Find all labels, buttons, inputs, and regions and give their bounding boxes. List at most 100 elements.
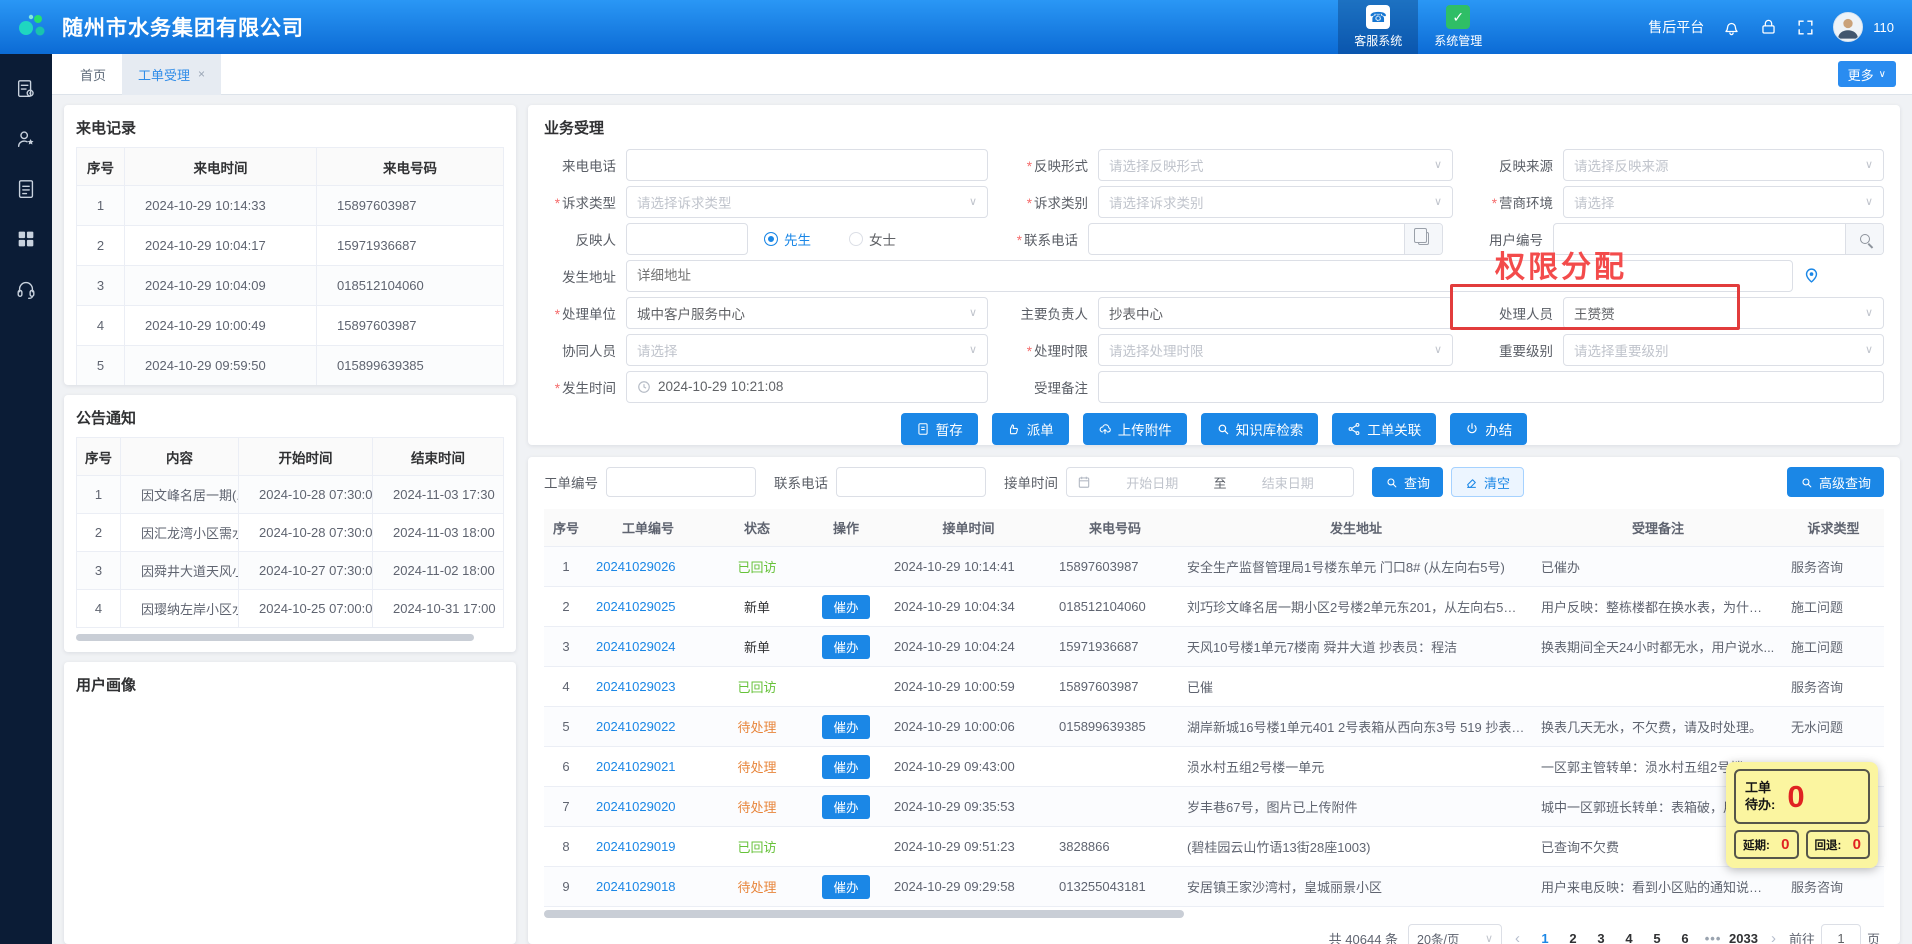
appeal-category-select[interactable]: 请选择诉求类别∨ [1098,186,1453,218]
tab-work-order[interactable]: 工单受理 × [122,54,221,95]
page-number[interactable]: ••• [1701,931,1725,944]
cell-text: 2 [77,226,125,266]
order-number-link[interactable]: 20241029018 [596,879,676,894]
search-icon[interactable] [1845,224,1883,254]
finish-button[interactable]: 办结 [1450,413,1527,445]
customer-icon[interactable] [15,128,37,150]
page-number[interactable]: 3 [1589,931,1613,944]
urge-button[interactable]: 催办 [822,635,869,659]
prev-page-icon[interactable]: ‹ [1512,930,1523,944]
date-range-picker[interactable]: 开始日期 至 结束日期 [1066,467,1354,497]
chevron-down-icon: ∨ [969,195,977,208]
page-size-select[interactable]: 20条/页∨ [1408,924,1502,944]
order-number-link[interactable]: 20241029019 [596,839,676,854]
save-draft-button[interactable]: 暂存 [901,413,978,445]
query-button[interactable]: 查询 [1372,467,1443,497]
document-icon[interactable] [15,178,37,200]
headset-icon[interactable] [15,278,37,300]
bell-icon[interactable] [1722,18,1741,37]
appeal-type-select[interactable]: 请选择诉求类型∨ [626,186,988,218]
knowledge-search-button[interactable]: 知识库检索 [1201,413,1319,445]
urge-button[interactable]: 催办 [822,795,869,819]
order-phone: 15971936687 [1051,639,1179,654]
order-number-link[interactable]: 20241029023 [596,679,676,694]
chevron-down-icon: ∨ [1434,195,1442,208]
horizontal-scrollbar[interactable] [544,910,1184,918]
occur-time-picker[interactable]: 2024-10-29 10:21:08 [626,371,988,403]
page-number[interactable]: 4 [1617,931,1641,944]
col-header: 结束时间 [373,438,504,476]
cell-text: 15971936687 [317,226,504,266]
page-number[interactable]: 2 [1561,931,1585,944]
aftersales-platform-link[interactable]: 售后平台 [1648,17,1704,37]
col-header: 操作 [806,518,886,537]
order-time: 2024-10-29 10:04:34 [886,599,1051,614]
notice-row: 2因汇龙湾小区需水...2024-10-28 07:30:002024-11-0… [77,514,504,552]
collaborator-select[interactable]: 请选择∨ [626,334,988,366]
page-number[interactable]: 2033 [1729,931,1758,944]
horizontal-scrollbar[interactable] [76,634,474,641]
order-number-link[interactable]: 20241029026 [596,559,676,574]
fullscreen-icon[interactable] [1796,18,1815,37]
copy-icon[interactable] [1404,224,1442,254]
radio-ms[interactable]: 女士 [849,229,896,249]
reflect-form-select[interactable]: 请选择反映形式∨ [1098,149,1453,181]
page-number[interactable]: 6 [1673,931,1697,944]
col-header: 来电号码 [1051,518,1179,537]
clear-button[interactable]: 清空 [1451,467,1524,497]
todo-float[interactable]: 工单待办: 0 延期:0 回退:0 [1726,762,1878,868]
urge-button[interactable]: 催办 [822,755,869,779]
urge-button[interactable]: 催办 [822,875,869,899]
reporter-input[interactable] [626,223,748,255]
more-button[interactable]: 更多∨ [1838,61,1896,87]
phone-search-input[interactable] [836,467,986,497]
goto-page-input[interactable] [1821,924,1861,944]
cell-text: 3 [77,266,125,306]
page-number[interactable]: 5 [1645,931,1669,944]
call-record-row: 42024-10-29 10:00:4915897603987 [77,306,504,346]
order-number-link[interactable]: 20241029020 [596,799,676,814]
module-customer-service[interactable]: ☎ 客服系统 [1338,0,1418,54]
notice-row: 3因舜井大道天风小...2024-10-27 07:30:002024-11-0… [77,552,504,590]
urge-button[interactable]: 催办 [822,595,869,619]
cell-text: 因璎纳左岸小区水... [121,590,239,628]
page-number[interactable]: 1 [1533,931,1557,944]
dispatch-button[interactable]: 派单 [992,413,1069,445]
upload-attachment-button[interactable]: 上传附件 [1083,413,1187,445]
lock-icon[interactable] [1759,18,1778,37]
urge-button[interactable]: 催办 [822,715,869,739]
module-system-admin[interactable]: ✓ 系统管理 [1418,0,1498,54]
notices-panel: 公告通知 序号 内容 开始时间 结束时间 1因文峰名居一期(...2024-10… [64,395,516,652]
radio-mr[interactable]: 先生 [764,229,811,249]
handle-unit-select[interactable]: 城中客户服务中心∨ [626,297,988,329]
tab-home[interactable]: 首页 [64,54,122,95]
contact-phone-input[interactable] [1088,223,1443,255]
order-number-link[interactable]: 20241029022 [596,719,676,734]
order-index: 1 [544,559,588,574]
deadline-select[interactable]: 请选择处理时限∨ [1098,334,1453,366]
order-no-search-input[interactable] [606,467,756,497]
order-number-link[interactable]: 20241029024 [596,639,676,654]
order-number-link[interactable]: 20241029021 [596,759,676,774]
business-env-select[interactable]: 请选择∨ [1563,186,1884,218]
order-no-cell: 20241029024 [588,639,708,654]
advanced-query-button[interactable]: 高级查询 [1787,467,1884,497]
next-page-icon[interactable]: › [1768,930,1779,944]
order-number-link[interactable]: 20241029025 [596,599,676,614]
handler-select[interactable]: 王赟赟∨ [1563,297,1884,329]
company-title: 随州市水务集团有限公司 [62,12,304,42]
importance-select[interactable]: 请选择重要级别∨ [1563,334,1884,366]
remark-input[interactable] [1098,371,1884,403]
apps-grid-icon[interactable] [15,228,37,250]
call-phone-input[interactable] [626,149,988,181]
order-index: 6 [544,759,588,774]
order-doc-icon[interactable] [15,78,37,100]
order-link-button[interactable]: 工单关联 [1332,413,1436,445]
close-tab-icon[interactable]: × [198,67,205,81]
location-pin-icon[interactable] [1803,267,1820,284]
radio-dot-icon [849,232,863,246]
user-avatar[interactable] [1833,12,1863,42]
order-index: 9 [544,879,588,894]
reflect-source-select[interactable]: 请选择反映来源∨ [1563,149,1884,181]
main-leader-input[interactable]: 抄表中心 [1098,297,1453,329]
